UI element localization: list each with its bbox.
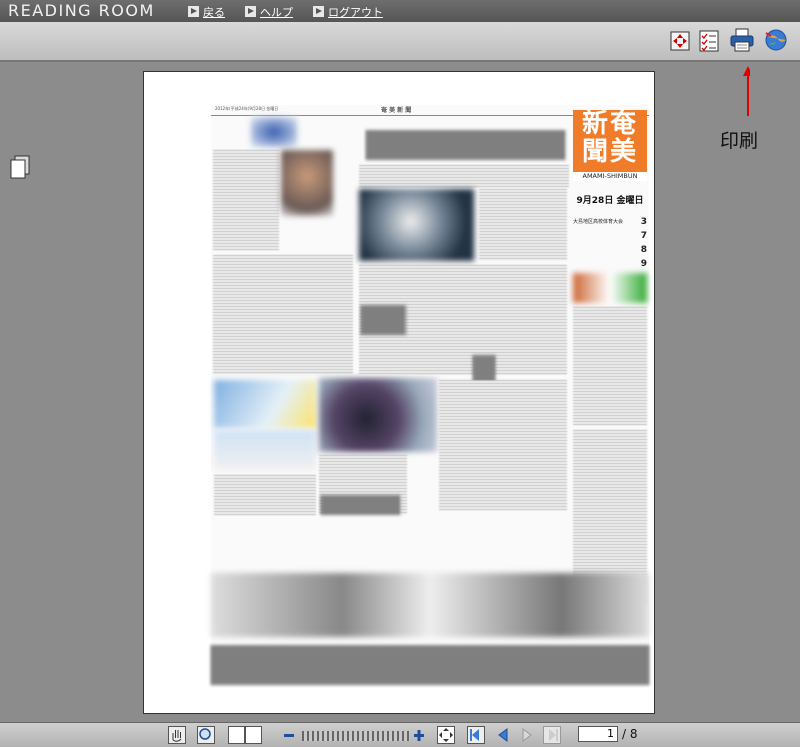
last-page-icon[interactable] <box>543 726 561 744</box>
index-page: 9 <box>640 259 647 269</box>
checklist-icon[interactable] <box>698 30 720 52</box>
newspaper-page[interactable]: 2012年(平成24年)9月28日 金曜日 奄 美 新 聞 新奄 聞美 AMAM… <box>143 71 655 714</box>
back-link-label[interactable]: 戻る <box>203 6 225 19</box>
ad-graphic <box>573 273 647 303</box>
hand-tool-icon[interactable] <box>168 726 186 744</box>
index-row: 8 <box>573 245 647 255</box>
index-row: 7 <box>573 231 647 241</box>
newspaper-content: 2012年(平成24年)9月28日 金曜日 奄 美 新 聞 新奄 聞美 AMAM… <box>211 105 649 687</box>
portrait-photo <box>281 150 333 216</box>
index-page: 8 <box>640 245 647 255</box>
print-label: 印刷 <box>720 130 759 152</box>
article-text <box>359 165 569 187</box>
index-label: 大島地区高校体育大会 <box>573 219 624 225</box>
newspaper-masthead: 新奄 聞美 <box>573 110 647 172</box>
prev-page-icon[interactable] <box>494 726 512 744</box>
contact-text <box>573 307 647 425</box>
newspaper-header-name: 奄 美 新 聞 <box>381 107 412 114</box>
logout-link[interactable]: ログアウト <box>313 4 383 20</box>
masthead-top-text: 新奄 <box>581 109 638 139</box>
index-page: 3 <box>640 217 647 227</box>
spread-view-icon[interactable] <box>228 726 262 744</box>
newspaper-header-date: 2012年(平成24年)9月28日 金曜日 <box>215 106 279 111</box>
printer-icon[interactable] <box>729 27 755 53</box>
logout-link-label[interactable]: ログアウト <box>328 6 383 19</box>
index-row: 大島地区高校体育大会 3 <box>573 217 647 227</box>
article-text <box>479 189 567 261</box>
zoom-out-icon[interactable] <box>282 726 296 744</box>
arrow-right-icon <box>245 6 256 17</box>
info-graphic <box>214 430 316 470</box>
article-text <box>439 380 567 510</box>
zoom-slider[interactable] <box>302 731 410 741</box>
masthead-bottom-text: 聞美 <box>581 137 638 167</box>
masthead-subtitle: AMAMI-SHIMBUN <box>573 172 647 181</box>
next-page-icon[interactable] <box>518 726 536 744</box>
bottom-ad <box>211 573 649 637</box>
subheadline <box>361 305 406 335</box>
arrow-right-icon <box>188 6 199 17</box>
help-link[interactable]: ヘルプ <box>245 4 293 20</box>
toolbar <box>0 22 800 62</box>
back-link[interactable]: 戻る <box>188 4 225 20</box>
issue-date: 9月28日 金曜日 <box>576 196 644 206</box>
top-nav-bar: READING ROOM 戻る ヘルプ ログアウト <box>0 0 800 22</box>
page-number-input[interactable]: 1 <box>578 726 618 742</box>
article-text <box>214 475 316 515</box>
article-text <box>213 255 353 375</box>
subheadline <box>321 495 401 515</box>
page-list-icon[interactable] <box>10 155 30 179</box>
fit-window-icon[interactable] <box>437 726 455 744</box>
headline <box>366 130 566 160</box>
map-graphic <box>214 380 316 428</box>
help-link-label[interactable]: ヘルプ <box>260 6 293 19</box>
logo-photo <box>251 117 297 147</box>
article-text <box>213 150 279 250</box>
bottom-controls: 1 / 8 <box>0 722 800 747</box>
globe-link-icon[interactable] <box>763 27 789 53</box>
index-page: 7 <box>640 231 647 241</box>
first-page-icon[interactable] <box>467 726 485 744</box>
event-photo <box>359 189 474 261</box>
fit-page-icon[interactable] <box>669 30 691 52</box>
bottom-banner-ad <box>211 645 649 685</box>
app-title: READING ROOM <box>8 1 155 20</box>
zoom-in-icon[interactable] <box>412 726 426 744</box>
zoom-tool-icon[interactable] <box>197 726 215 744</box>
arrow-right-icon <box>313 6 324 17</box>
scene-photo <box>319 378 437 452</box>
print-arrow <box>743 66 750 116</box>
page-total: / 8 <box>622 727 638 741</box>
index-row: 9 <box>573 259 647 269</box>
